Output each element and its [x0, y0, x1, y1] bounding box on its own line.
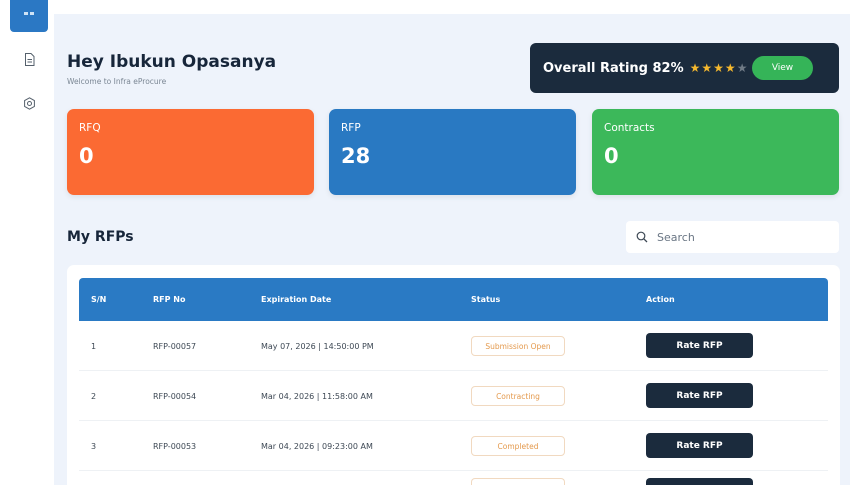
page-title: Hey Ibukun Opasanya — [67, 52, 277, 72]
row-rfp-no: RFP-00054 — [153, 391, 197, 401]
rfp-table: S/N RFP No Expiration Date Status Action… — [67, 265, 840, 485]
search-input[interactable]: Search — [626, 221, 839, 253]
row-expiration: Mar 04, 2026 | 11:58:00 AM — [261, 391, 373, 401]
document-icon[interactable] — [22, 52, 36, 66]
contracts-count: 0 — [604, 144, 619, 168]
column-header-action: Action — [646, 295, 675, 304]
grid-icon[interactable] — [10, 0, 48, 32]
table-header: S/N RFP No Expiration Date Status Action — [79, 278, 828, 321]
view-rating-button[interactable]: View — [752, 56, 813, 80]
main-content: Hey Ibukun Opasanya Welcome to Infra ePr… — [54, 14, 850, 485]
page-subtitle: Welcome to Infra eProcure — [67, 77, 167, 86]
status-badge: Submission Open — [471, 336, 565, 356]
rating-label: Overall Rating 82% — [543, 60, 684, 76]
table-row: 2 RFP-00054 Mar 04, 2026 | 11:58:00 AM C… — [79, 371, 828, 421]
column-header-rfp-no: RFP No — [153, 295, 186, 304]
row-rfp-no: RFP-00057 — [153, 341, 197, 351]
row-expiration: May 07, 2026 | 14:50:00 PM — [261, 341, 374, 351]
column-header-expiration: Expiration Date — [261, 295, 332, 304]
column-header-status: Status — [471, 295, 501, 304]
table-row: 3 RFP-00053 Mar 04, 2026 | 09:23:00 AM C… — [79, 421, 828, 471]
rate-rfp-button[interactable]: Rate RFP — [646, 383, 753, 408]
overall-rating-panel: Overall Rating 82% ★★★★★ View — [530, 43, 839, 93]
rfq-count: 0 — [79, 144, 94, 168]
star-empty-icon: ★ — [736, 61, 749, 75]
sidebar — [0, 0, 58, 485]
rating-stars: ★★★★★ — [690, 61, 749, 75]
star-icon: ★ — [689, 61, 702, 75]
rfp-stat-card[interactable]: RFP 28 — [329, 109, 576, 195]
rate-rfp-button[interactable]: Rate RFP — [646, 333, 753, 358]
settings-icon[interactable] — [22, 96, 36, 110]
row-rfp-no: RFP-00053 — [153, 441, 197, 451]
star-icon: ★ — [724, 61, 737, 75]
star-icon: ★ — [713, 61, 725, 75]
rfp-count: 28 — [341, 144, 371, 168]
status-badge: Completed — [471, 436, 565, 456]
contracts-stat-card[interactable]: Contracts 0 — [592, 109, 839, 195]
star-icon: ★ — [701, 61, 714, 75]
table-row: 1 RFP-00057 May 07, 2026 | 14:50:00 PM S… — [79, 321, 828, 371]
rfp-label: RFP — [341, 122, 361, 134]
row-expiration: Mar 04, 2026 | 09:23:00 AM — [261, 441, 373, 451]
row-sn: 1 — [91, 341, 97, 351]
rate-rfp-button[interactable]: Rate RFP — [646, 433, 753, 458]
table-row-partial — [79, 474, 828, 485]
status-badge-partial — [471, 478, 565, 485]
row-sn: 3 — [91, 441, 97, 451]
contracts-label: Contracts — [604, 122, 655, 134]
section-title: My RFPs — [67, 229, 134, 245]
rfq-label: RFQ — [79, 122, 101, 134]
search-placeholder: Search — [657, 230, 695, 244]
status-badge: Contracting — [471, 386, 565, 406]
row-sn: 2 — [91, 391, 97, 401]
rate-rfp-button-partial[interactable] — [646, 478, 753, 485]
search-icon — [636, 228, 648, 247]
column-header-sn: S/N — [91, 295, 107, 304]
rfq-stat-card[interactable]: RFQ 0 — [67, 109, 314, 195]
